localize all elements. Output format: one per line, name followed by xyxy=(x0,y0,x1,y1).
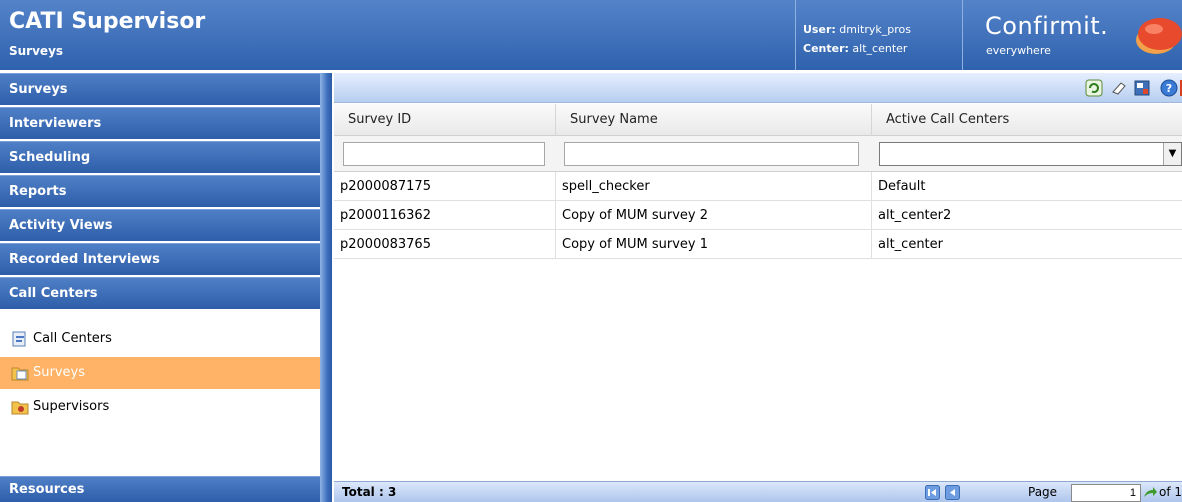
cell-survey-name: spell_checker xyxy=(556,172,872,201)
app-header: CATI Supervisor Surveys User: dmitryk_pr… xyxy=(0,0,1182,70)
filter-row: ▼ xyxy=(334,136,1182,172)
survey-name-filter-input[interactable] xyxy=(564,142,859,166)
panel-splitter[interactable] xyxy=(320,73,332,502)
nav-section-label: Activity Views xyxy=(9,218,113,233)
sidebar-item-label: Surveys xyxy=(33,365,85,380)
nav-section-activity-views[interactable]: Activity Views xyxy=(0,209,320,241)
logo-icon xyxy=(1136,18,1182,54)
grid-header: Survey ID Survey Name Active Call Center… xyxy=(334,104,1182,136)
nav-section-recorded-interviews[interactable]: Recorded Interviews xyxy=(0,243,320,275)
nav-section-label: Call Centers xyxy=(9,286,98,301)
nav-section-label: Scheduling xyxy=(9,150,91,165)
logo-wordmark: Confirmit. xyxy=(985,12,1109,40)
help-icon[interactable]: ? xyxy=(1160,79,1178,97)
sidebar-item-label: Call Centers xyxy=(33,331,112,346)
export-icon[interactable] xyxy=(1133,79,1151,97)
nav-section-label: Reports xyxy=(9,184,67,199)
page-subtitle: Surveys xyxy=(9,44,64,58)
main-panel: ? Survey ID Survey Name Active Call Cent… xyxy=(334,73,1182,502)
page-count-label: of 1 xyxy=(1159,485,1182,499)
header-divider xyxy=(795,0,796,70)
column-header-active-call-centers[interactable]: Active Call Centers xyxy=(872,104,1182,136)
eraser-icon[interactable] xyxy=(1110,79,1128,97)
center-value: alt_center xyxy=(852,42,908,55)
header-divider xyxy=(962,0,963,70)
center-label: Center: xyxy=(803,42,849,55)
user-label: User: xyxy=(803,23,836,36)
sidebar-item-surveys[interactable]: Surveys xyxy=(0,357,320,389)
cell-survey-name: Copy of MUM survey 1 xyxy=(556,230,872,259)
call-centers-icon xyxy=(12,331,26,347)
column-header-survey-id[interactable]: Survey ID xyxy=(334,104,556,136)
refresh-icon[interactable] xyxy=(1085,79,1103,97)
first-page-icon[interactable] xyxy=(925,485,940,500)
nav-section-label: Interviewers xyxy=(9,116,102,131)
cell-survey-id: p2000116362 xyxy=(334,201,556,230)
nav-section-scheduling[interactable]: Scheduling xyxy=(0,141,320,173)
nav-section-surveys[interactable]: Surveys xyxy=(0,73,320,105)
survey-id-filter-input[interactable] xyxy=(343,142,545,166)
nav-section-label: Resources xyxy=(9,482,85,497)
table-row[interactable]: p2000116362 Copy of MUM survey 2 alt_cen… xyxy=(334,201,1182,230)
page-label: Page xyxy=(1028,485,1058,499)
sidebar-item-supervisors[interactable]: Supervisors xyxy=(0,391,320,423)
logo-tagline: everywhere xyxy=(986,44,1051,57)
user-value: dmitryk_pros xyxy=(839,23,911,36)
grid-footer: Total : 3 Page of 1 xyxy=(334,481,1182,502)
nav-section-resources[interactable]: Resources xyxy=(0,476,320,502)
total-count: Total : 3 xyxy=(342,485,397,499)
svg-text:?: ? xyxy=(1166,82,1172,95)
active-call-centers-filter-select[interactable]: ▼ xyxy=(879,142,1182,166)
sidebar: Surveys Interviewers Scheduling Reports … xyxy=(0,73,320,502)
column-header-survey-name[interactable]: Survey Name xyxy=(556,104,872,136)
cell-active-call-centers: Default xyxy=(878,179,926,194)
nav-section-label: Surveys xyxy=(9,82,68,97)
cell-active-call-centers: alt_center xyxy=(878,237,943,252)
app-title: CATI Supervisor xyxy=(9,9,206,34)
nav-section-interviewers[interactable]: Interviewers xyxy=(0,107,320,139)
surveys-folder-icon xyxy=(11,367,29,381)
grid-toolbar: ? xyxy=(334,73,1182,103)
table-row[interactable]: p2000083765 Copy of MUM survey 1 alt_cen… xyxy=(334,230,1182,259)
nav-section-label: Recorded Interviews xyxy=(9,252,160,267)
user-info: User: dmitryk_pros Center: alt_center xyxy=(803,20,911,58)
prev-page-icon[interactable] xyxy=(945,485,960,500)
nav-section-reports[interactable]: Reports xyxy=(0,175,320,207)
table-row[interactable]: p2000087175 spell_checker Default xyxy=(334,172,1182,201)
supervisors-folder-icon xyxy=(11,401,29,415)
go-page-icon[interactable] xyxy=(1142,485,1158,500)
cell-survey-id: p2000087175 xyxy=(334,172,556,201)
cell-survey-name: Copy of MUM survey 2 xyxy=(556,201,872,230)
sidebar-item-label: Supervisors xyxy=(33,399,110,414)
cell-active-call-centers: alt_center2 xyxy=(878,208,952,223)
sidebar-item-call-centers[interactable]: Call Centers xyxy=(0,323,320,355)
chevron-down-icon[interactable]: ▼ xyxy=(1163,143,1181,165)
nav-section-call-centers[interactable]: Call Centers xyxy=(0,277,320,309)
page-number-input[interactable] xyxy=(1071,484,1141,502)
cell-survey-id: p2000083765 xyxy=(334,230,556,259)
